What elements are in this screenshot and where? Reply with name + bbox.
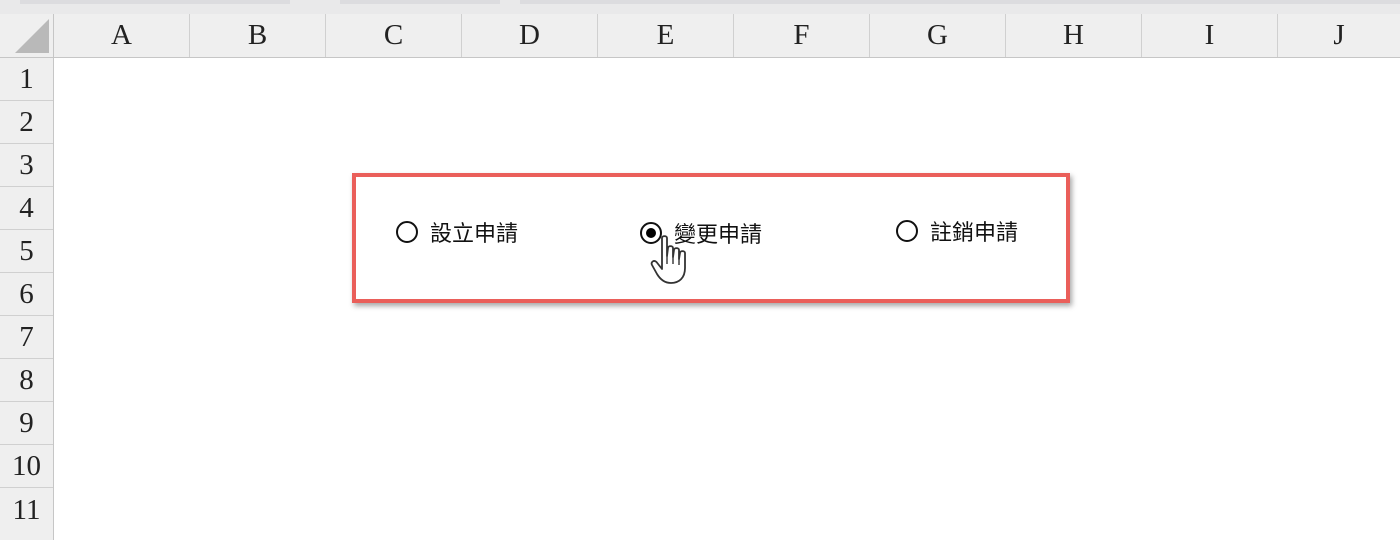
radio-option-establish[interactable]: 設立申請 [396,216,518,248]
column-header-i[interactable]: I [1142,14,1278,57]
radio-option-cancel[interactable]: 註銷申請 [896,215,1018,247]
row-header-10[interactable]: 10 [0,445,53,488]
hand-pointer-icon [650,235,686,284]
column-header-d[interactable]: D [462,14,598,57]
radio-button[interactable] [396,221,418,243]
tab-strip-segment [520,0,1400,4]
radio-option-label: 設立申請 [430,222,519,247]
row-header-9[interactable]: 9 [0,402,53,445]
radio-button[interactable] [896,220,918,242]
column-header-bar: A B C D E F G H I J [0,14,1400,58]
radio-option-label: 註銷申請 [930,221,1019,246]
top-strip [0,0,1400,14]
row-header-8[interactable]: 8 [0,359,53,402]
column-header-b[interactable]: B [190,14,326,57]
row-header-6[interactable]: 6 [0,273,53,316]
tab-strip-segment [340,0,500,4]
column-header-e[interactable]: E [598,14,734,57]
row-header-4[interactable]: 4 [0,187,53,230]
row-header-3[interactable]: 3 [0,144,53,187]
row-header-bar: 1 2 3 4 5 6 7 8 9 10 11 [0,58,54,540]
row-header-7[interactable]: 7 [0,316,53,359]
column-header-h[interactable]: H [1006,14,1142,57]
row-header-11[interactable]: 11 [0,488,53,540]
column-header-g[interactable]: G [870,14,1006,57]
select-all-corner[interactable] [0,14,54,57]
column-header-j[interactable]: J [1278,14,1400,57]
column-header-c[interactable]: C [326,14,462,57]
row-header-2[interactable]: 2 [0,101,53,144]
tab-strip-segment [20,0,290,4]
row-header-1[interactable]: 1 [0,58,53,101]
select-all-triangle-icon [15,19,49,53]
row-header-5[interactable]: 5 [0,230,53,273]
column-header-a[interactable]: A [54,14,190,57]
column-header-f[interactable]: F [734,14,870,57]
